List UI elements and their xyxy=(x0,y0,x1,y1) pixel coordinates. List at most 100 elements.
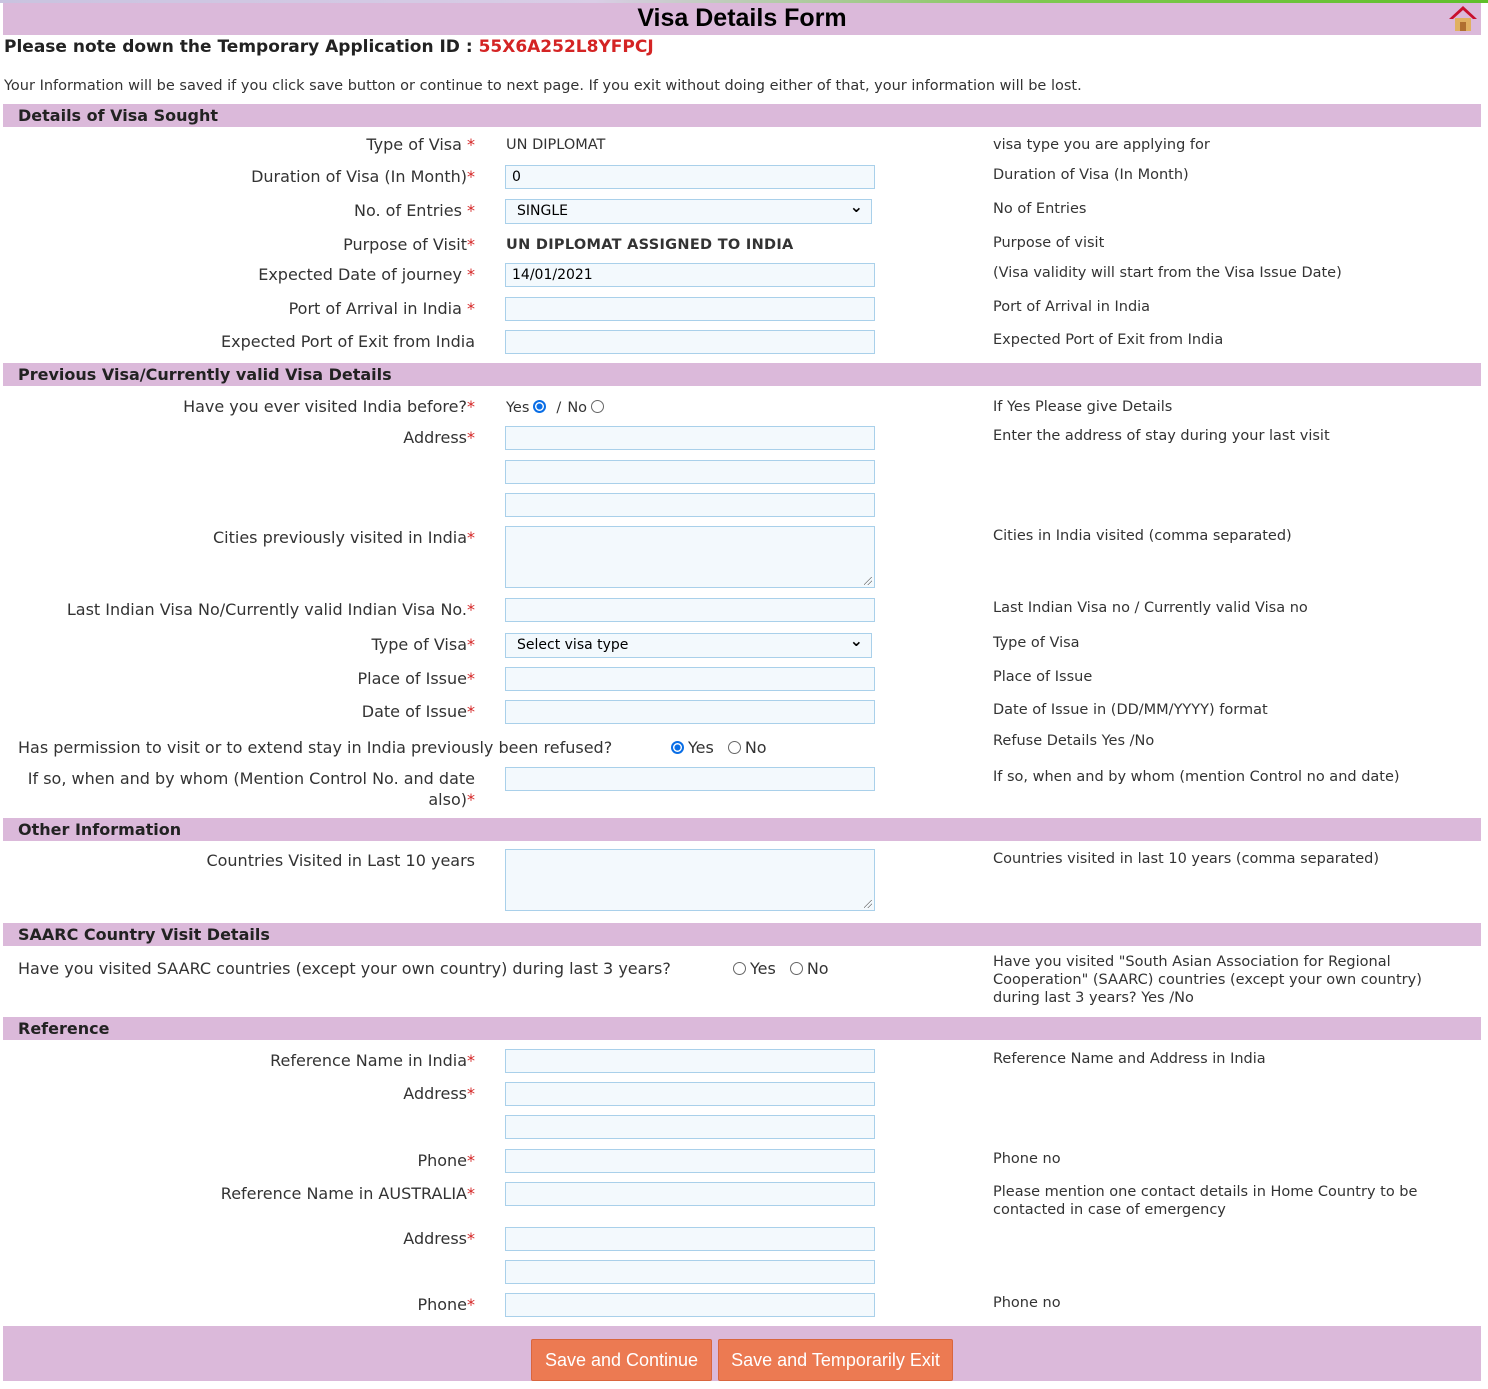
required-asterisk: * xyxy=(467,600,475,619)
required-asterisk: * xyxy=(467,528,475,547)
text-input-reference-name-in-australia[interactable] xyxy=(505,1182,875,1206)
text-input-address[interactable] xyxy=(505,1227,875,1251)
help-text: If Yes Please give Details xyxy=(993,399,1173,415)
label-text: Port of Arrival in India xyxy=(288,299,467,318)
save-and-continue-button[interactable]: Save and Continue xyxy=(531,1339,712,1381)
field-label: Countries Visited in Last 10 years xyxy=(5,850,475,871)
required-asterisk: * xyxy=(467,1229,475,1248)
radio-yes[interactable] xyxy=(533,400,547,413)
text-input-blank[interactable] xyxy=(505,1115,875,1139)
radio-no-label: No xyxy=(744,738,767,757)
text-input-address[interactable] xyxy=(505,426,875,450)
radio-no-label: No xyxy=(806,959,829,978)
field-label: Address* xyxy=(5,1083,475,1104)
help-text: No of Entries xyxy=(993,201,1087,217)
resize-handle-icon[interactable] xyxy=(864,900,872,908)
text-input-blank[interactable] xyxy=(505,460,875,484)
label-text: Address xyxy=(403,1084,467,1103)
field-label: If so, when and by whom (Mention Control… xyxy=(5,768,475,810)
label-text: Place of Issue xyxy=(357,669,467,688)
text-input-port-of-arrival-in-india[interactable] xyxy=(505,297,875,321)
field-label: Address* xyxy=(5,1228,475,1249)
select-value: Select visa type xyxy=(517,637,629,653)
chevron-down-icon: ⌄ xyxy=(849,631,863,650)
required-asterisk: * xyxy=(467,299,475,318)
radio-group-have-you-visited-saarc-countries-except-: Yes No xyxy=(733,959,829,978)
field-label: Date of Issue* xyxy=(5,701,475,722)
text-input-phone[interactable] xyxy=(505,1149,875,1173)
resize-handle-icon[interactable] xyxy=(864,577,872,585)
text-input-address[interactable] xyxy=(505,1082,875,1106)
radio-group-has-permission-to-visit-or-to-extend-sta: Yes No xyxy=(671,738,767,757)
text-input-blank[interactable] xyxy=(505,493,875,517)
label-text: Type of Visa xyxy=(366,135,467,154)
field-label: Last Indian Visa No/Currently valid Indi… xyxy=(5,599,475,620)
radio-no[interactable] xyxy=(789,962,803,975)
label-text: Has permission to visit or to extend sta… xyxy=(18,738,613,757)
radio-no[interactable] xyxy=(591,400,605,413)
radio-no-label: No xyxy=(567,400,588,416)
help-text: Place of Issue xyxy=(993,669,1093,685)
text-input-place-of-issue[interactable] xyxy=(505,667,875,691)
label-text: Reference Name in India xyxy=(270,1051,467,1070)
text-input-duration-of-visa-in-month[interactable]: 0 xyxy=(505,165,875,189)
text-input-last-indian-visa-no-currently-valid-indi[interactable] xyxy=(505,598,875,622)
section-header-other-information: Other Information xyxy=(3,818,1481,841)
label-text: Expected Port of Exit from India xyxy=(220,332,475,351)
help-text: Phone no xyxy=(993,1151,1061,1167)
field-label: Expected Port of Exit from India xyxy=(5,331,475,352)
help-text: Port of Arrival in India xyxy=(993,299,1151,315)
textarea-countries-visited-in-last-10-years[interactable] xyxy=(505,849,875,911)
label-text: Last Indian Visa No/Currently valid Indi… xyxy=(66,600,467,619)
save-and-exit-button[interactable]: Save and Temporarily Exit xyxy=(718,1339,953,1381)
help-text: Purpose of visit xyxy=(993,235,1105,251)
text-input-phone[interactable] xyxy=(505,1293,875,1317)
required-asterisk: * xyxy=(467,1051,475,1070)
home-icon[interactable] xyxy=(1448,4,1478,32)
help-text: Duration of Visa (In Month) xyxy=(993,167,1189,183)
radio-yes[interactable] xyxy=(733,962,746,975)
required-asterisk: * xyxy=(467,702,475,721)
field-label: Expected Date of journey * xyxy=(5,264,475,285)
field-label: Have you ever visited India before?* xyxy=(5,396,475,417)
label-text: Date of Issue xyxy=(361,702,467,721)
label-text: Cities previously visited in India xyxy=(213,528,467,547)
chevron-down-icon: ⌄ xyxy=(849,197,863,216)
text-input-if-so-when-and-by-whom-mention-control-n[interactable] xyxy=(505,767,875,791)
label-text: If so, when and by whom (Mention Control… xyxy=(27,769,475,809)
label-text: Phone xyxy=(417,1295,467,1314)
radio-yes-label: Yes xyxy=(506,400,530,416)
textarea-cities-previously-visited-in-india[interactable] xyxy=(505,526,875,588)
help-text: Type of Visa xyxy=(993,635,1080,651)
label-text: Have you visited SAARC countries (except… xyxy=(18,959,671,978)
field-label: Place of Issue* xyxy=(5,668,475,689)
required-asterisk: * xyxy=(467,1084,475,1103)
required-asterisk: * xyxy=(467,635,475,654)
field-label: Cities previously visited in India* xyxy=(5,527,475,548)
page-title: Visa Details Form xyxy=(3,3,1481,35)
help-text: Last Indian Visa no / Currently valid Vi… xyxy=(993,600,1308,616)
field-label: Type of Visa * xyxy=(5,134,475,155)
text-input-expected-port-of-exit-from-india[interactable] xyxy=(505,330,875,354)
text-input-expected-date-of-journey[interactable]: 14/01/2021 xyxy=(505,263,875,287)
visa-form-page: Visa Details Form Please note down the T… xyxy=(0,0,1488,1389)
required-asterisk: * xyxy=(467,669,475,688)
text-input-date-of-issue[interactable] xyxy=(505,700,875,724)
help-text: Countries visited in last 10 years (comm… xyxy=(993,851,1380,867)
field-label: Address* xyxy=(5,427,475,448)
help-text: (Visa validity will start from the Visa … xyxy=(993,265,1342,281)
section-header-reference: Reference xyxy=(3,1017,1481,1040)
radio-no[interactable] xyxy=(727,741,741,754)
label-text: Have you ever visited India before? xyxy=(183,397,467,416)
select-type-of-visa[interactable]: Select visa type ⌄ xyxy=(505,631,872,658)
required-asterisk: * xyxy=(467,1184,475,1203)
note-label: Please note down the Temporary Applicati… xyxy=(4,37,479,57)
required-asterisk: * xyxy=(467,167,475,186)
text-input-reference-name-in-india[interactable] xyxy=(505,1049,875,1073)
radio-yes[interactable] xyxy=(671,741,684,754)
select-no-of-entries[interactable]: SINGLE ⌄ xyxy=(505,197,872,224)
field-label: Reference Name in India* xyxy=(5,1050,475,1071)
label-text: Address xyxy=(403,428,467,447)
required-asterisk: * xyxy=(467,201,475,220)
text-input-blank[interactable] xyxy=(505,1260,875,1284)
